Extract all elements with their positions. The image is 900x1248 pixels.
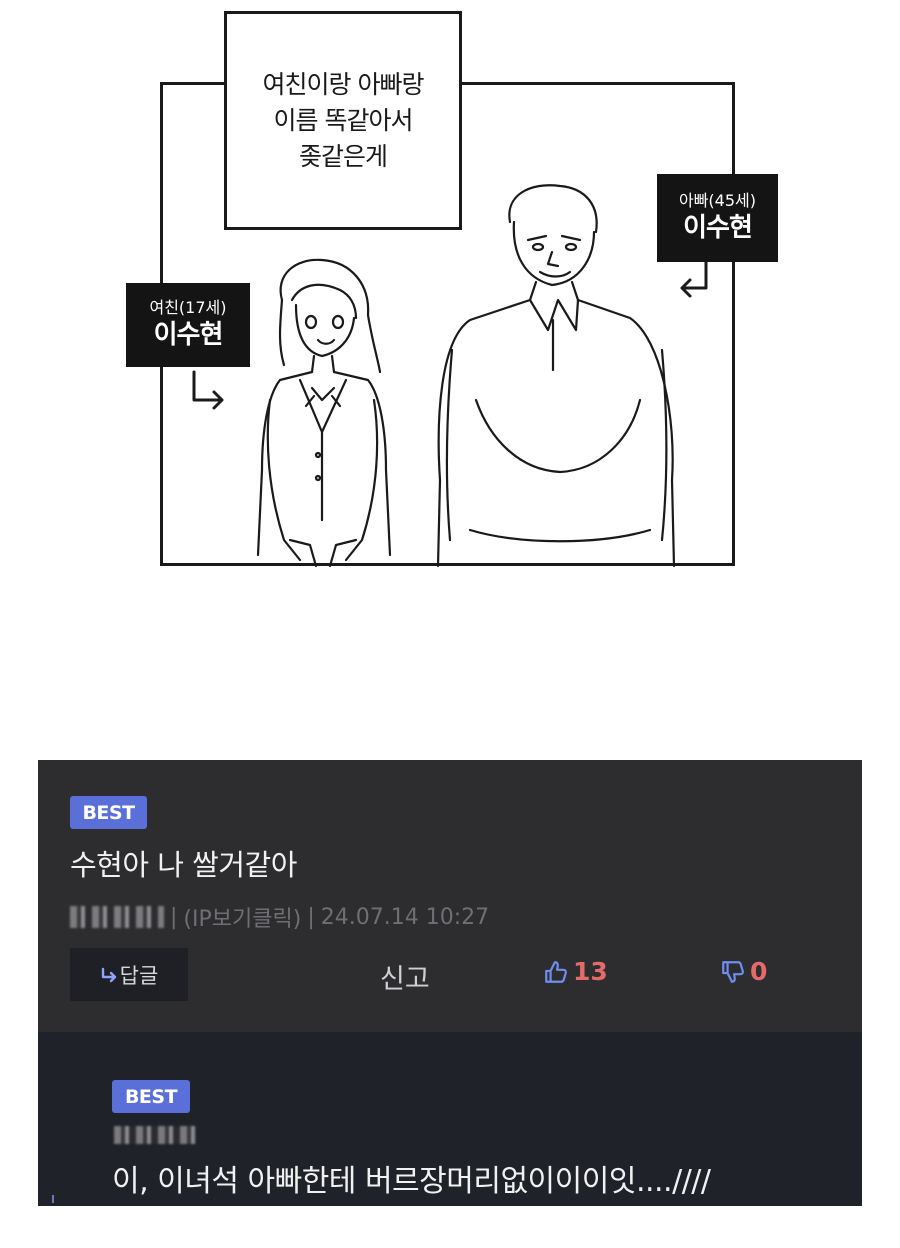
dad-figure: [436, 184, 676, 568]
caption-box: 여친이랑 아빠랑 이름 똑같아서 좆같은게: [224, 11, 462, 230]
thumbs-up-icon: [545, 960, 567, 983]
reply-arrow-icon: [101, 967, 116, 982]
caption-line-2: 이름 똑같아서: [273, 105, 414, 135]
like-button[interactable]: 13: [543, 957, 608, 986]
comment-meta: | (IP보기클릭) | 24.07.14 10:27: [70, 902, 489, 932]
blurred-username: [70, 906, 164, 928]
divider-mark: [52, 1195, 62, 1203]
dislike-count: 0: [750, 957, 768, 986]
girlfriend-name-tag: 여친(17세) 이수현: [126, 283, 250, 367]
comment-section: BEST 수현아 나 쌀거같아 | (IP보기클릭) | 24.07.14 10…: [38, 760, 862, 1206]
arrow-to-girlfriend: [192, 370, 224, 410]
blurred-username: [114, 1126, 196, 1144]
comment-text: 수현아 나 쌀거같아: [70, 848, 297, 882]
girlfriend-figure: [256, 258, 392, 568]
best-badge: BEST: [112, 1080, 190, 1113]
comment-action-bar: 답글 신고 13 0: [38, 943, 862, 1031]
reply-button[interactable]: 답글: [70, 948, 188, 1001]
dad-role: 아빠(45세): [678, 191, 756, 210]
meta-separator: |: [170, 904, 178, 930]
dislike-button[interactable]: 0: [720, 957, 767, 986]
reply-text: 이, 이녀석 아빠한테 버르장머리없이이이잇....////: [112, 1164, 711, 1199]
comment-timestamp: 24.07.14 10:27: [320, 904, 490, 930]
like-count: 13: [573, 957, 608, 986]
reply-label: 답글: [119, 963, 159, 988]
report-button[interactable]: 신고: [380, 957, 430, 996]
caption-line-3: 좆같은게: [298, 141, 388, 171]
thumbs-down-icon: [722, 960, 744, 983]
arrow-to-dad: [680, 260, 708, 298]
girlfriend-name: 이수현: [153, 320, 224, 350]
caption-line-1: 여친이랑 아빠랑: [262, 69, 425, 99]
reply-comment: BEST 이, 이녀석 아빠한테 버르장머리없이이이잇....////: [38, 1032, 862, 1206]
dad-name: 이수현: [683, 213, 753, 243]
dad-name-tag: 아빠(45세) 이수현: [657, 174, 778, 262]
meta-separator: |: [307, 904, 315, 930]
comic-image: 여친이랑 아빠랑 이름 똑같아서 좆같은게 여친(17세) 이수현 아빠(45세…: [0, 0, 900, 600]
best-badge: BEST: [70, 796, 147, 829]
ip-view-link[interactable]: (IP보기클릭): [183, 901, 301, 933]
girlfriend-role: 여친(17세): [149, 298, 227, 317]
